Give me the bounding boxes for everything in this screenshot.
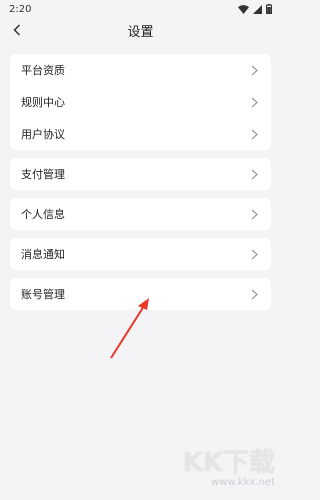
status-bar: 2:20 — [0, 0, 281, 18]
settings-item-label: 账号管理 — [21, 288, 65, 301]
settings-group-account: 账号管理 — [10, 278, 271, 310]
chevron-right-icon — [249, 168, 259, 180]
settings-item-label: 消息通知 — [21, 248, 65, 261]
watermark: KK下载 www.kkx.net — [183, 442, 275, 488]
chevron-right-icon — [249, 288, 259, 300]
chevron-right-icon — [249, 248, 259, 260]
page-title: 设置 — [127, 24, 154, 40]
back-button[interactable] — [8, 20, 26, 40]
status-icons — [238, 4, 272, 14]
wifi-icon — [238, 4, 249, 14]
battery-icon — [266, 4, 272, 14]
watermark-logo: KK下载 — [182, 448, 275, 478]
settings-group-payment: 支付管理 — [10, 158, 271, 190]
chevron-right-icon — [249, 208, 259, 220]
nav-bar: 设置 — [0, 18, 281, 42]
chevron-right-icon — [249, 96, 259, 108]
settings-item-message-notifications[interactable]: 消息通知 — [10, 238, 271, 270]
settings-group-notifications: 消息通知 — [10, 238, 271, 270]
settings-item-account-management[interactable]: 账号管理 — [10, 278, 271, 310]
settings-item-label: 平台资质 — [21, 64, 65, 77]
settings-item-payment-management[interactable]: 支付管理 — [10, 158, 271, 190]
chevron-right-icon — [249, 64, 259, 76]
settings-item-label: 规则中心 — [21, 96, 65, 109]
settings-list: 平台资质 规则中心 用户协议 支付管理 个人信息 消息通知 账号管理 — [0, 42, 281, 310]
back-arrow-icon — [13, 24, 21, 36]
status-time: 2:20 — [9, 3, 32, 15]
settings-item-label: 用户协议 — [21, 128, 65, 141]
chevron-right-icon — [249, 128, 259, 140]
settings-item-label: 支付管理 — [21, 168, 65, 181]
signal-icon — [253, 4, 262, 14]
settings-item-label: 个人信息 — [21, 208, 65, 221]
settings-item-personal-info[interactable]: 个人信息 — [10, 198, 271, 230]
settings-item-platform-qualification[interactable]: 平台资质 — [10, 54, 271, 86]
settings-group-personal: 个人信息 — [10, 198, 271, 230]
settings-item-rules-center[interactable]: 规则中心 — [10, 86, 271, 118]
settings-item-user-agreement[interactable]: 用户协议 — [10, 118, 271, 150]
settings-group-platform: 平台资质 规则中心 用户协议 — [10, 54, 271, 150]
